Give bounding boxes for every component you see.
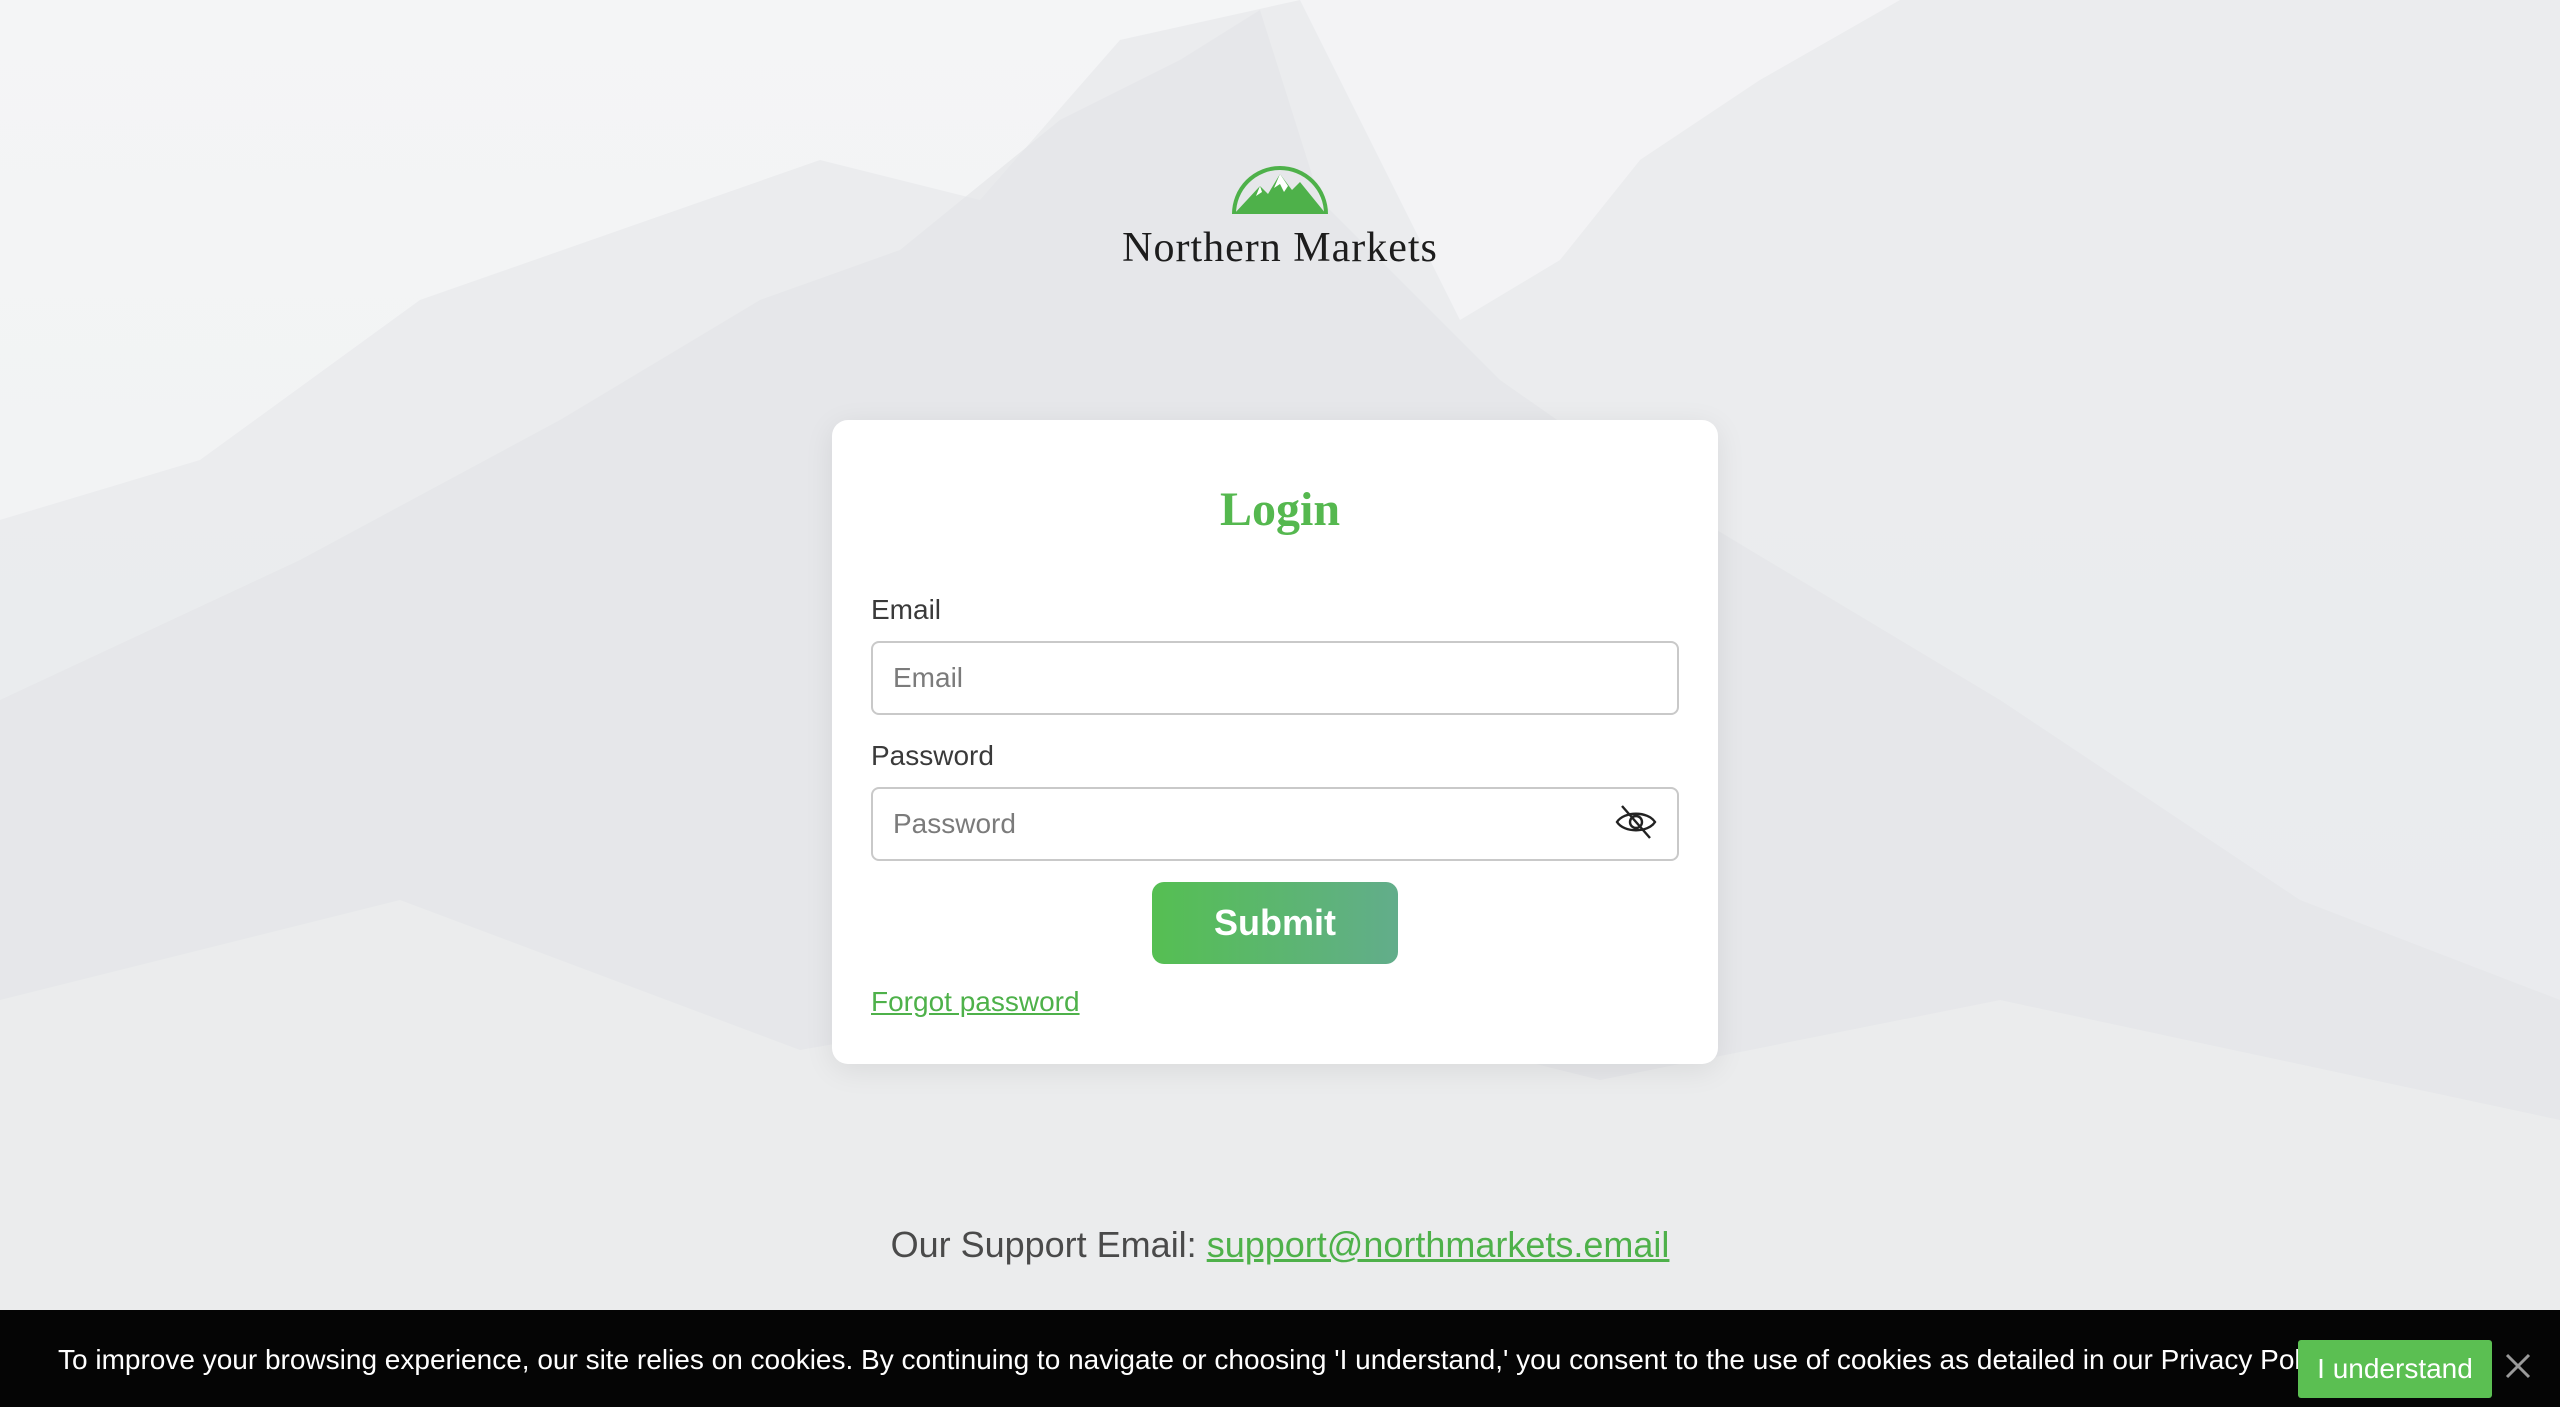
password-field[interactable]	[871, 787, 1679, 861]
login-title: Login	[1219, 483, 1341, 536]
cookie-accept-button[interactable]: I understand	[2298, 1340, 2492, 1398]
password-label: Password	[871, 740, 994, 771]
support-prefix: Our Support Email:	[890, 1224, 1197, 1265]
submit-button[interactable]: Submit	[1152, 882, 1398, 964]
support-email-link[interactable]: support@northmarkets.email	[1207, 1224, 1670, 1265]
brand-logo: Northern Markets	[0, 148, 2560, 272]
support-line: Our Support Email: support@northmarkets.…	[0, 1224, 2560, 1266]
brand-name: Northern Markets	[1122, 225, 1438, 271]
forgot-password-link[interactable]: Forgot password	[871, 986, 1080, 1018]
eye-slash-icon[interactable]	[1614, 802, 1658, 842]
email-field[interactable]	[871, 641, 1679, 715]
cookie-banner-text: To improve your browsing experience, our…	[58, 1344, 2341, 1375]
mountain-logo-icon	[1232, 166, 1328, 215]
email-label: Email	[871, 594, 942, 625]
cookie-banner: To improve your browsing experience, our…	[0, 1310, 2560, 1407]
close-icon[interactable]	[2502, 1350, 2534, 1382]
